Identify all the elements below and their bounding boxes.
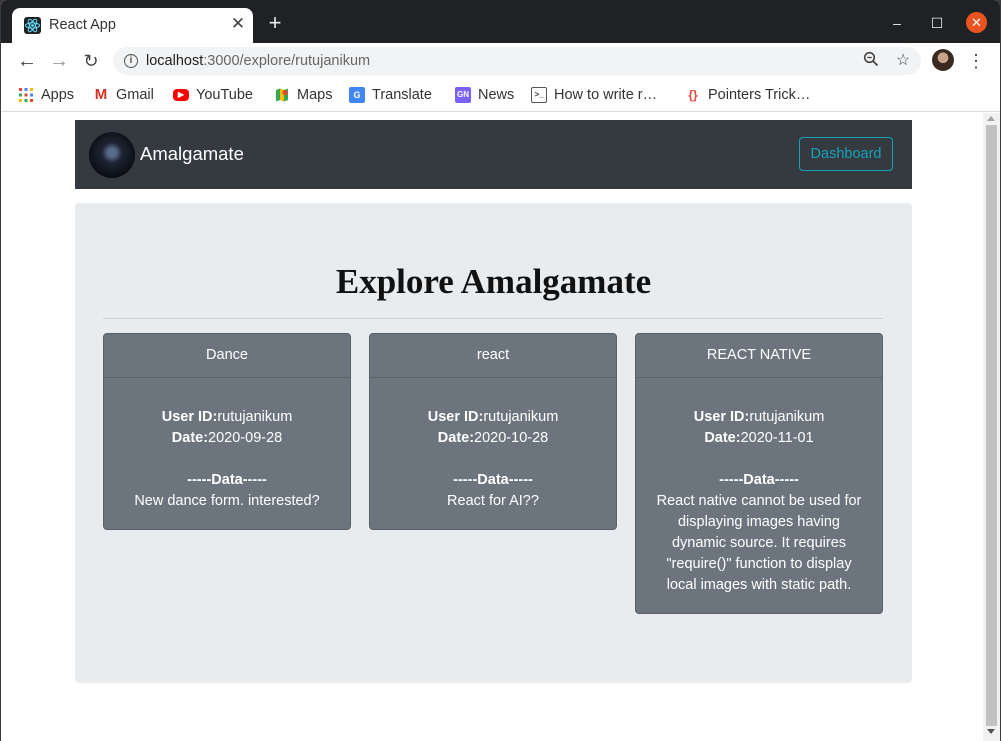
profile-avatar[interactable] bbox=[932, 49, 954, 71]
navbar-brand[interactable]: Amalgamate bbox=[140, 143, 244, 165]
url-text[interactable]: localhost:3000/explore/rutujanikum bbox=[146, 53, 370, 69]
card-title: REACT NATIVE bbox=[636, 334, 882, 378]
apps-grid-icon bbox=[18, 87, 34, 103]
divider bbox=[103, 318, 883, 319]
scroll-up-arrow-icon[interactable] bbox=[987, 116, 995, 121]
page-scrollbar[interactable] bbox=[983, 113, 1000, 741]
tab-strip: React App ✕ + – ☐ ✕ bbox=[1, 0, 1000, 43]
browser-window: React App ✕ + – ☐ ✕ ← → ↻ i localhost:30… bbox=[1, 0, 1000, 741]
card-body: User ID:rutujanikum Date:2020-10-28 ----… bbox=[370, 378, 616, 529]
tab-close-icon[interactable]: ✕ bbox=[228, 14, 248, 34]
scrollbar-thumb[interactable] bbox=[986, 125, 997, 726]
bookmark-youtube[interactable]: ▶ YouTube bbox=[173, 85, 253, 105]
card-date: Date:2020-11-01 bbox=[650, 428, 868, 449]
page-viewport: Amalgamate Dashboard Explore Amalgamate … bbox=[1, 113, 1000, 741]
code-braces-icon: {} bbox=[688, 88, 698, 102]
card-data-text: New dance form. interested? bbox=[134, 493, 320, 509]
data-label: -----Data----- bbox=[650, 470, 868, 491]
maximize-icon[interactable]: ☐ bbox=[927, 13, 947, 33]
bookmark-pointers-tricks[interactable]: {} Pointers Trick… bbox=[685, 85, 810, 105]
bookmarks-bar: Apps M Gmail ▶ YouTube Maps G Translate GN N… bbox=[1, 79, 1000, 112]
date-value: 2020-09-28 bbox=[208, 430, 283, 446]
card-body: User ID:rutujanikum Date:2020-11-01 ----… bbox=[636, 378, 882, 613]
url-path: :3000/explore/rutujanikum bbox=[203, 53, 371, 69]
bookmark-label: Pointers Trick… bbox=[708, 87, 811, 103]
site-info-icon[interactable]: i bbox=[124, 54, 138, 68]
card-data-text: React for AI?? bbox=[447, 493, 539, 509]
card-title: Dance bbox=[104, 334, 350, 378]
bookmark-label: News bbox=[478, 87, 515, 103]
window-close-icon[interactable]: ✕ bbox=[966, 12, 987, 33]
bookmark-translate[interactable]: G Translate bbox=[349, 85, 432, 105]
new-tab-plus-icon[interactable]: + bbox=[264, 12, 286, 34]
back-arrow-icon[interactable]: ← bbox=[15, 49, 39, 73]
bookmark-label: Apps bbox=[41, 87, 75, 103]
address-bar[interactable]: i localhost:3000/explore/rutujanikum ☆ bbox=[113, 47, 921, 75]
user-id-value: rutujanikum bbox=[217, 409, 293, 425]
user-id-label: User ID: bbox=[693, 409, 750, 425]
maps-icon bbox=[274, 87, 290, 103]
minimize-icon[interactable]: – bbox=[887, 13, 907, 33]
data-label-text: -----Data----- bbox=[187, 472, 267, 488]
url-host: localhost bbox=[146, 53, 204, 69]
terminal-icon: >_ bbox=[531, 87, 547, 103]
zoom-magnifier-icon[interactable] bbox=[861, 51, 881, 71]
date-value: 2020-11-01 bbox=[740, 430, 814, 446]
youtube-icon: ▶ bbox=[173, 89, 189, 101]
bookmark-label: Gmail bbox=[116, 87, 154, 103]
date-value: 2020-10-28 bbox=[474, 430, 549, 446]
date-label: Date: bbox=[171, 430, 209, 446]
data-label-text: -----Data----- bbox=[719, 472, 799, 488]
card-body: User ID:rutujanikum Date:2020-09-28 ----… bbox=[104, 378, 350, 529]
card-user-id: User ID:rutujanikum bbox=[118, 407, 336, 428]
browser-toolbar: ← → ↻ i localhost:3000/explore/rutujanik… bbox=[1, 43, 1000, 79]
user-id-label: User ID: bbox=[427, 409, 484, 425]
bookmark-label: Translate bbox=[372, 87, 432, 103]
date-label: Date: bbox=[704, 430, 741, 446]
user-id-label: User ID: bbox=[161, 409, 218, 425]
translate-icon: G bbox=[349, 87, 365, 103]
user-id-value: rutujanikum bbox=[483, 409, 559, 425]
date-label: Date: bbox=[437, 430, 475, 446]
chrome-menu-icon[interactable]: ⋮ bbox=[967, 49, 985, 73]
card-title: react bbox=[370, 334, 616, 378]
data-label-text: -----Data----- bbox=[453, 472, 533, 488]
bookmark-how-to-write[interactable]: >_ How to write r… bbox=[531, 85, 657, 105]
news-icon: GN bbox=[455, 87, 471, 103]
bookmark-maps[interactable]: Maps bbox=[274, 85, 332, 105]
card-date: Date:2020-09-28 bbox=[118, 428, 336, 449]
data-label: -----Data----- bbox=[118, 470, 336, 491]
card-user-id: User ID:rutujanikum bbox=[650, 407, 868, 428]
app-navbar: Amalgamate Dashboard bbox=[75, 120, 912, 189]
post-card: REACT NATIVE User ID:rutujanikum Date:20… bbox=[635, 333, 883, 614]
card-data-text: React native cannot be used for displayi… bbox=[656, 493, 862, 593]
bookmark-star-icon[interactable]: ☆ bbox=[893, 51, 913, 71]
post-card: react User ID:rutujanikum Date:2020-10-2… bbox=[369, 333, 617, 530]
bookmark-news[interactable]: GN News bbox=[455, 85, 514, 105]
tab-react-app[interactable]: React App ✕ bbox=[12, 8, 253, 43]
forward-arrow-icon[interactable]: → bbox=[47, 49, 71, 73]
card-date: Date:2020-10-28 bbox=[384, 428, 602, 449]
user-id-value: rutujanikum bbox=[749, 409, 825, 425]
bookmark-apps[interactable]: Apps bbox=[18, 85, 74, 105]
bookmark-gmail[interactable]: M Gmail bbox=[93, 85, 154, 105]
data-label: -----Data----- bbox=[384, 470, 602, 491]
scroll-down-arrow-icon[interactable] bbox=[987, 729, 995, 734]
explore-panel: Explore Amalgamate Dance User ID:rutujan… bbox=[75, 203, 912, 683]
card-user-id: User ID:rutujanikum bbox=[384, 407, 602, 428]
dashboard-button[interactable]: Dashboard bbox=[799, 137, 893, 171]
page-title: Explore Amalgamate bbox=[335, 262, 652, 301]
bookmark-label: How to write r… bbox=[554, 87, 658, 103]
tab-title: React App bbox=[49, 17, 116, 33]
react-favicon-icon bbox=[24, 17, 41, 34]
gmail-icon: M bbox=[94, 86, 108, 103]
app-logo[interactable] bbox=[89, 132, 135, 178]
post-card: Dance User ID:rutujanikum Date:2020-09-2… bbox=[103, 333, 351, 530]
reload-icon[interactable]: ↻ bbox=[79, 49, 103, 73]
bookmark-label: YouTube bbox=[196, 87, 253, 103]
bookmark-label: Maps bbox=[297, 87, 333, 103]
